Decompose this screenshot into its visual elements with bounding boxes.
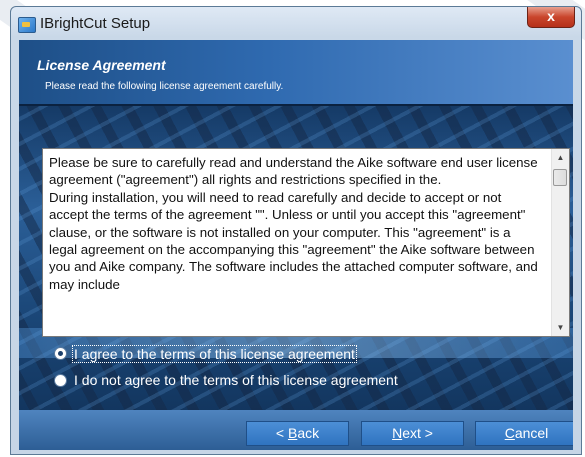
cancel-button-mnemonic: C <box>504 425 515 441</box>
close-icon: x <box>547 8 555 24</box>
wizard-client-area: License Agreement Please read the follow… <box>19 40 573 450</box>
next-button-rest: ext > <box>402 425 433 441</box>
scroll-thumb[interactable] <box>553 169 567 186</box>
back-button-rest: ack <box>297 425 320 441</box>
wizard-header: License Agreement Please read the follow… <box>19 40 573 106</box>
agree-label[interactable]: I agree to the terms of this license agr… <box>72 345 357 363</box>
cancel-button[interactable]: Cancel <box>475 421 573 446</box>
setup-app-icon <box>18 17 36 33</box>
back-button-mnemonic: B <box>287 425 298 441</box>
back-button[interactable]: < Back <box>246 421 349 446</box>
license-scrollbar[interactable]: ▲ ▼ <box>551 149 569 336</box>
scroll-down-arrow-icon[interactable]: ▼ <box>552 319 569 336</box>
cancel-button-rest: ancel <box>514 425 549 441</box>
next-button[interactable]: Next > <box>361 421 464 446</box>
license-text: Please be sure to carefully read and und… <box>49 155 538 292</box>
scroll-up-arrow-icon[interactable]: ▲ <box>552 149 569 166</box>
disagree-label[interactable]: I do not agree to the terms of this lice… <box>74 372 398 388</box>
close-button[interactable]: x <box>527 7 575 28</box>
disagree-radio[interactable] <box>54 374 67 387</box>
page-title: License Agreement <box>37 57 166 73</box>
page-subtitle: Please read the following license agreem… <box>45 81 284 92</box>
agree-radio[interactable] <box>54 347 67 360</box>
back-button-prefix: < <box>275 425 288 441</box>
setup-window: IBrightCut Setup x License Agreement Ple… <box>10 6 582 455</box>
title-bar[interactable]: IBrightCut Setup x <box>11 7 581 40</box>
window-title: IBrightCut Setup <box>40 15 151 32</box>
license-text-box[interactable]: Please be sure to carefully read and und… <box>42 148 570 337</box>
next-button-mnemonic: N <box>392 425 403 441</box>
